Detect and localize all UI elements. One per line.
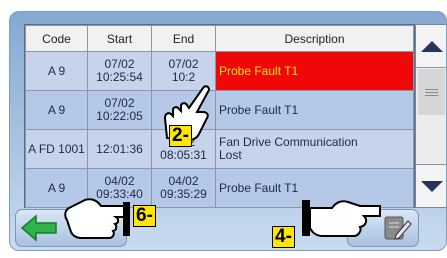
cell-code: A 9 [25,51,88,91]
cell-description: Probe Fault T1 [215,51,414,91]
cell-end: 04/02 09:35:29 [151,168,216,208]
edit-icon [384,216,412,240]
scroll-thumb[interactable] [418,69,445,115]
header-description: Description [215,25,414,52]
callout-4: 4- [272,226,295,248]
end-time: 09:35:29 [160,187,207,201]
header-end: End [151,25,216,52]
scroll-down-button[interactable] [416,164,446,207]
cell-code: A 9 [25,90,88,130]
description-line2: Lost [219,148,242,162]
cell-code: A FD 1001 [25,129,88,169]
start-time: 10:25:54 [96,70,143,84]
scroll-up-button[interactable] [416,25,446,68]
cell-description: Probe Fault T1 [215,90,414,130]
callout-6: 6- [133,205,156,227]
end-time: 08:05:31 [160,148,207,162]
cell-description: Fan Drive Communication Lost [215,129,414,169]
header-code: Code [25,25,88,52]
cell-start: 07/02 10:25:54 [87,51,152,91]
pointing-hand-icon [64,198,130,239]
pointing-hand-icon [302,200,381,237]
table-header-row: Code Start End Description [25,25,414,52]
triangle-up-icon [420,40,443,52]
triangle-down-icon [420,180,443,192]
back-arrow-icon [20,214,57,242]
callout-2: 2- [169,125,192,147]
start-time: 12:01:36 [96,141,143,156]
cell-start: 12:01:36 [87,129,152,169]
description-line1: Fan Drive Communication [219,135,358,149]
cell-start: 07/02 10:22:05 [87,90,152,130]
start-time: 10:22:05 [96,109,143,123]
header-start: Start [87,25,152,52]
scrollbar[interactable] [415,24,446,208]
